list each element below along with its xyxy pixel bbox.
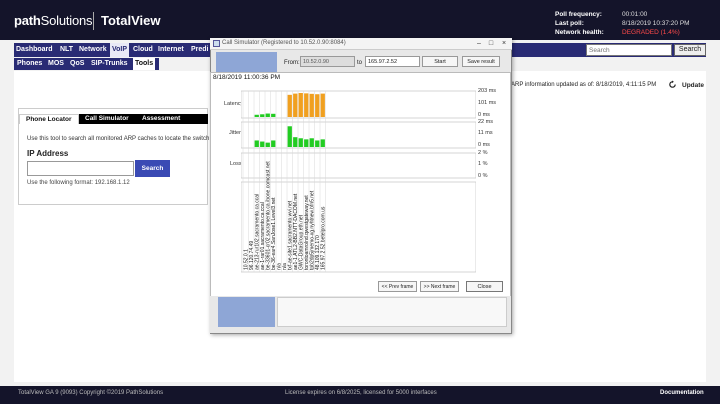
bar-latency-hop-5 [265, 113, 270, 117]
product-name: TotalView [101, 13, 161, 28]
search-button[interactable]: Search [674, 44, 706, 56]
bar-jitter-hop-14 [315, 140, 320, 147]
ip-address-input[interactable] [27, 161, 134, 176]
close-button[interactable]: Close [466, 281, 503, 292]
subnav-qos[interactable]: QoS [70, 58, 84, 70]
latency-scale-max: 203 ms [478, 88, 497, 94]
logo-thin: Solutions [40, 13, 93, 28]
loss-label: Loss [230, 161, 242, 167]
maximize-icon[interactable]: □ [486, 39, 496, 48]
subnav-tools[interactable]: Tools [133, 58, 156, 70]
result-timestamp: 8/18/2019 11:00:36 PM [213, 74, 281, 81]
bar-latency-hop-15 [320, 93, 325, 117]
last-poll-value: 8/18/2019 10:37:20 PM [622, 20, 690, 27]
bar-jitter-hop-10 [293, 137, 298, 147]
toolbar-side-panel [216, 52, 277, 72]
bar-jitter-hop-6 [271, 140, 276, 147]
window-title: Call Simulator (Registered to 10.52.0.90… [222, 40, 346, 46]
logo-divider [93, 12, 94, 30]
tab-call-simulator[interactable]: Call Simulator [85, 114, 129, 124]
loss-scale-mid: 1 % [478, 161, 488, 167]
bar-latency-hop-9 [287, 94, 292, 117]
logo-bold: path [14, 13, 41, 28]
subnav-mos[interactable]: MOS [48, 58, 64, 70]
nav-cloud[interactable]: Cloud [133, 43, 153, 57]
footer-license: License expires on 6/8/2025, licensed fo… [285, 390, 437, 396]
network-health-value[interactable]: DEGRADED (1.4%) [622, 29, 680, 36]
jitter-scale-min: 0 ms [478, 142, 490, 148]
arp-updated-text: ARP information updated as of: 8/18/2019… [511, 82, 657, 88]
bar-latency-hop-6 [271, 113, 276, 117]
bar-latency-hop-14 [315, 94, 320, 117]
subnav-sip-trunks[interactable]: SIP-Trunks [91, 58, 128, 70]
bar-latency-hop-4 [260, 114, 265, 117]
bar-jitter-hop-11 [298, 138, 303, 147]
hop-label: be-36-ear4.SanJose1.Level3.net [271, 197, 277, 270]
bar-jitter-hop-3 [254, 140, 259, 147]
footer: TotalView GA 9 (9093) Copyright ©2019 Pa… [0, 386, 720, 404]
poll-frequency-value: 00:01:00 [622, 11, 648, 18]
documentation-link[interactable]: Documentation [660, 390, 704, 396]
tool-description: Use this tool to search all monitored AR… [27, 136, 210, 142]
format-hint: Use the following format: 192.168.1.12 [27, 180, 130, 186]
poll-frequency-label: Poll frequency: [555, 11, 602, 18]
bar-jitter-hop-12 [304, 139, 309, 147]
bar-latency-hop-10 [293, 93, 298, 117]
to-label: to [357, 60, 363, 66]
tool-tabs: Phone Locator Call Simulator Assessment [19, 114, 208, 124]
close-window-icon[interactable]: × [499, 39, 509, 48]
latency-scale-min: 0 ms [478, 112, 490, 118]
nav-voip[interactable]: VoIP [110, 43, 130, 57]
footer-copyright: TotalView GA 9 (9093) Copyright ©2019 Pa… [18, 390, 164, 396]
jitter-label: Jitter [229, 130, 241, 136]
bar-latency-hop-12 [304, 93, 309, 117]
from-ip-field[interactable]: 10.52.0.90 [300, 56, 355, 67]
nav-nlt[interactable]: NLT [60, 43, 73, 57]
tab-assessment[interactable]: Assessment [142, 114, 180, 124]
latency-scale-mid: 101 ms [478, 100, 497, 106]
to-ip-field[interactable]: 165.97.2.52 [365, 56, 420, 67]
bottom-content-panel [277, 297, 507, 327]
nav-internet[interactable]: Internet [158, 43, 184, 57]
bar-jitter-hop-15 [320, 139, 325, 147]
bar-latency-hop-13 [309, 93, 314, 117]
loss-scale-min: 0 % [478, 173, 488, 179]
logo: pathSolutions [14, 13, 93, 28]
ip-address-label: IP Address [27, 149, 69, 158]
start-button[interactable]: Start [422, 56, 458, 67]
refresh-icon[interactable] [668, 80, 677, 89]
nav-network[interactable]: Network [79, 43, 107, 57]
bar-jitter-hop-5 [265, 142, 270, 147]
tab-phone-locator[interactable]: Phone Locator [19, 114, 79, 124]
prev-frame-button[interactable]: << Prev frame [378, 281, 417, 292]
hop-label: 165.97.2.52.betelpro.com.us [320, 206, 326, 270]
jitter-scale-max: 22 ms [478, 119, 493, 125]
search-input[interactable] [586, 44, 672, 56]
nav-predict[interactable]: Predi [191, 43, 209, 57]
minimize-icon[interactable]: – [474, 39, 484, 48]
jitter-scale-mid: 11 ms [478, 130, 493, 136]
from-label: From: [284, 60, 300, 66]
last-poll-label: Last poll: [555, 20, 584, 27]
nav-dashboard[interactable]: Dashboard [16, 43, 53, 57]
bar-jitter-hop-9 [287, 126, 292, 147]
sub-nav: Phones MOS QoS SIP-Trunks Tools [14, 58, 159, 70]
bar-jitter-hop-4 [260, 141, 265, 147]
loss-scale-max: 2 % [478, 150, 488, 156]
bar-latency-hop-11 [298, 92, 303, 117]
window-app-icon [213, 40, 220, 47]
subnav-phones[interactable]: Phones [17, 58, 42, 70]
hop-graph: 10.52.0.1 96.120.74.49 ae-213-rur102.sacra… [241, 90, 476, 273]
bar-latency-hop-3 [254, 114, 259, 117]
update-button[interactable]: Update [682, 82, 704, 89]
network-health-label: Network health: [555, 29, 604, 36]
bottom-side-panel [218, 297, 275, 327]
ip-search-button[interactable]: Search [135, 160, 170, 177]
bar-jitter-hop-13 [309, 138, 314, 147]
next-frame-button[interactable]: >> Next frame [420, 281, 459, 292]
save-result-button[interactable]: Save result [462, 56, 500, 67]
